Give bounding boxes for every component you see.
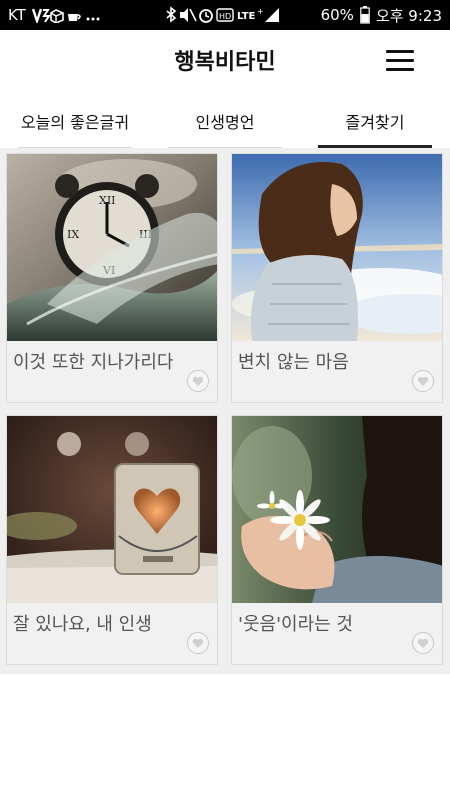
svg-text:LTE: LTE [237,11,256,22]
card-caption: 잘 있나요, 내 인생 [13,614,152,635]
carrier-label: KT [8,6,26,24]
card-caption: '웃음'이라는 것 [238,614,353,635]
heart-icon[interactable] [187,632,209,654]
card-caption: 변치 않는 마음 [238,352,349,373]
hamburger-menu-icon[interactable] [386,48,414,74]
battery-percent: 60% [320,6,354,24]
favorite-card[interactable]: 잘 있나요, 내 인생 [6,415,218,665]
clock-label: 오후 9:23 [375,6,442,25]
system-icons: HD LTE + [165,6,315,24]
status-bar: KT HD LTE + 60% 오후 9:23 [0,0,450,30]
favorites-grid: XII III VI IX 이것 또한 지나가리다 [0,148,450,674]
notification-icons [31,7,102,23]
svg-text:HD: HD [219,12,231,21]
svg-text:IX: IX [67,228,79,241]
battery-icon [360,6,370,24]
card-image-heart-candle [7,416,217,603]
heart-icon[interactable] [187,370,209,392]
heart-icon[interactable] [412,370,434,392]
favorite-card[interactable]: '웃음'이라는 것 [231,415,443,665]
tab-label: 오늘의 좋은글귀 [20,113,130,132]
heart-icon[interactable] [412,632,434,654]
card-image-woman-daisy [232,416,442,603]
favorite-card[interactable]: XII III VI IX 이것 또한 지나가리다 [6,153,218,403]
status-left: KT [8,6,102,24]
tab-life-quotes[interactable]: 인생명언 [150,94,300,148]
svg-text:XII: XII [99,194,116,207]
status-right: HD LTE + 60% 오후 9:23 [165,5,442,26]
card-image-clock: XII III VI IX [7,154,217,341]
tab-bar: 오늘의 좋은글귀 인생명언 즐겨찾기 [0,94,450,148]
tab-good-quotes[interactable]: 오늘의 좋은글귀 [0,94,150,148]
card-caption: 이것 또한 지나가리다 [13,352,174,373]
favorite-card[interactable]: 변치 않는 마음 [231,153,443,403]
tab-label: 인생명언 [195,113,255,132]
app-title: 행복비타민 [174,50,276,75]
svg-text:+: + [257,7,264,16]
card-image-woman-clouds [232,154,442,341]
tab-label: 즐겨찾기 [345,113,405,132]
tab-favorites[interactable]: 즐겨찾기 [300,94,450,148]
app-header: 행복비타민 [0,30,450,94]
